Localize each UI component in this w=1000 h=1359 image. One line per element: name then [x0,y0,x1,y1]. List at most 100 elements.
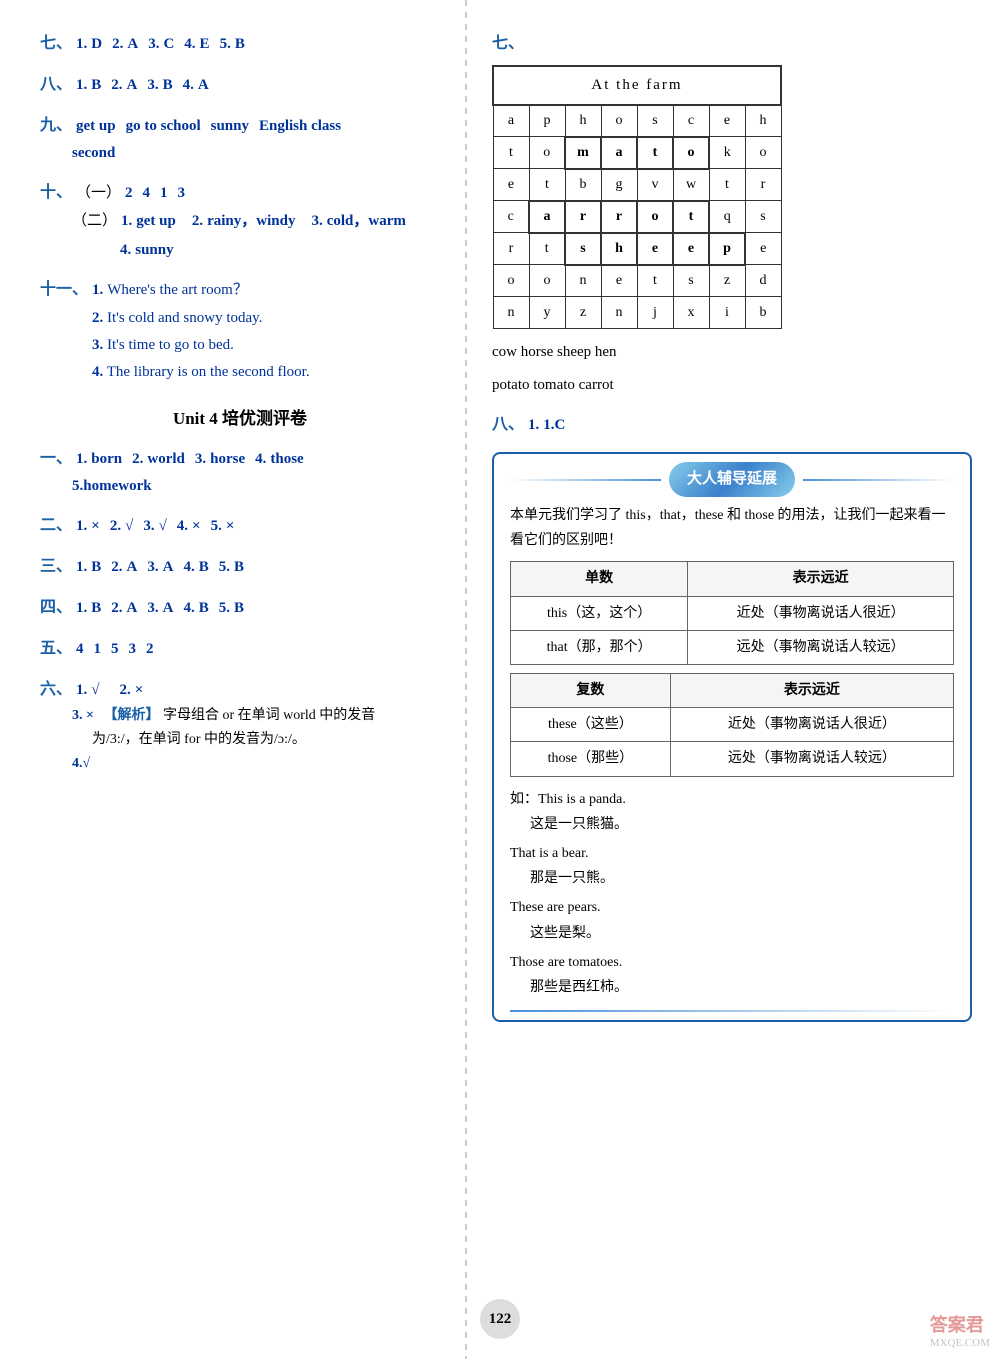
u-section-3: 三、 1.B 2.A 3.A 4.B 5.B [40,553,440,582]
guide-table-plural: 复数 表示远近 these（这些） 近处（事物离说话人很近） those（那些）… [510,673,954,777]
right-section-7: 七、 At the farm aphoscehtomatokoetbgvwtrc… [492,30,972,399]
u-section-2: 二、 1.× 2.√ 3.√ 4.× 5.× [40,512,440,541]
left-column: 七、 1.D 2.A 3.C 4.E 5.B 八、 1.B 2.A 3.B 4.… [0,0,460,1359]
example-2-zh: 那是一只熊。 [510,866,954,891]
farm-cell: n [565,265,601,297]
farm-table-title: At the farm [493,66,781,105]
farm-cell: n [601,297,637,329]
watermark: 答案君 MXQE.COM [930,1311,990,1349]
farm-cell: o [745,137,781,169]
farm-cell: y [529,297,565,329]
farm-cell: v [637,169,673,201]
table-row: that（那，那个） 远处（事物离说话人较远） [511,630,954,664]
farm-cell: h [745,105,781,137]
table-row: those（那些） 远处（事物离说话人较远） [511,742,954,776]
table-row: this（这，这个） 近处（事物离说话人很近） [511,596,954,630]
farm-cell: r [565,201,601,233]
farm-cell: b [565,169,601,201]
farm-cell: p [529,105,565,137]
u-section-4: 四、 1.B 2.A 3.A 4.B 5.B [40,594,440,623]
farm-cell: e [601,265,637,297]
farm-cell: n [493,297,529,329]
farm-cell: p [709,233,745,265]
farm-cell: c [673,105,709,137]
farm-cell: o [601,105,637,137]
page-number: 122 [480,1299,520,1339]
page: 七、 1.D 2.A 3.C 4.E 5.B 八、 1.B 2.A 3.B 4.… [0,0,1000,1359]
section-8-label: 八、 [40,71,72,100]
section-10-label: 十、 [40,179,72,208]
farm-table: At the farm aphoscehtomatokoetbgvwtrcarr… [492,65,782,330]
farm-cell: h [601,233,637,265]
farm-cell: g [601,169,637,201]
farm-cell: h [565,105,601,137]
right-section-8: 八、 1. 1.C [492,411,972,440]
guide-title: 大人辅导延展 [669,462,795,497]
farm-cell: o [529,265,565,297]
example-2-en: That is a bear. [510,841,954,866]
example-1-en: 如：This is a panda. [510,787,954,812]
farm-cell: q [709,201,745,233]
farm-cell: t [637,265,673,297]
farm-cell: z [565,297,601,329]
guide-table-singular: 单数 表示远近 this（这，这个） 近处（事物离说话人很近） that（那，那… [510,561,954,665]
example-3-zh: 这些是梨。 [510,921,954,946]
farm-cell: c [493,201,529,233]
farm-cell: o [673,137,709,169]
u-section-5: 五、 4 1 5 3 2 [40,635,440,664]
farm-cell: t [637,137,673,169]
farm-cell: t [529,233,565,265]
guide-box: 大人辅导延展 本单元我们学习了 this，that，these 和 those … [492,452,972,1022]
farm-cell: a [529,201,565,233]
guide-intro: 本单元我们学习了 this，that，these 和 those 的用法，让我们… [510,503,954,553]
farm-cell: a [493,105,529,137]
farm-cell: x [673,297,709,329]
section-7-label: 七、 [40,30,72,59]
u-section-6: 六、 1.√ 2.× 3. × 【解析】 字母组合 or 在单词 world 中… [40,676,440,776]
farm-cell: t [493,137,529,169]
section-9: 九、 get up go to school sunny English cla… [40,112,440,168]
farm-cell: k [709,137,745,169]
farm-cell: e [709,105,745,137]
section-9-label: 九、 [40,112,72,141]
example-4-en: Those are tomatoes. [510,950,954,975]
farm-cell: i [709,297,745,329]
farm-cell: o [493,265,529,297]
farm-cell: s [673,265,709,297]
farm-cell: r [601,201,637,233]
farm-cell: t [529,169,565,201]
farm-cell: d [745,265,781,297]
farm-cell: s [745,201,781,233]
section-10: 十、 （一） 2 4 1 3 （二） 1.get up 2.rainy，wind… [40,179,440,264]
right-section-7-label: 七、 [492,35,524,52]
example-3-en: These are pears. [510,895,954,920]
farm-cell: a [601,137,637,169]
farm-cell: t [709,169,745,201]
farm-words-row1: cow horse sheep hen [492,339,972,366]
section-7-num1: 1. [76,31,87,58]
right-column: 七、 At the farm aphoscehtomatokoetbgvwtrc… [472,0,992,1359]
section-11: 十一、 1. Where's the art room？ 2. It's col… [40,276,440,386]
farm-cell: e [637,233,673,265]
farm-cell: b [745,297,781,329]
farm-cell: s [637,105,673,137]
farm-cell: s [565,233,601,265]
farm-cell: o [529,137,565,169]
farm-cell: r [745,169,781,201]
u-section-1: 一、 1.born 2.world 3.horse 4.those 5.home… [40,445,440,501]
example-4-zh: 那些是西红柿。 [510,975,954,1000]
farm-cell: e [493,169,529,201]
farm-cell: z [709,265,745,297]
farm-cell: e [673,233,709,265]
example-1-zh: 这是一只熊猫。 [510,812,954,837]
farm-cell: t [673,201,709,233]
table-row: these（这些） 近处（事物离说话人很近） [511,708,954,742]
section-7: 七、 1.D 2.A 3.C 4.E 5.B [40,30,440,59]
section-8: 八、 1.B 2.A 3.B 4.A [40,71,440,100]
farm-cell: j [637,297,673,329]
farm-cell: o [637,201,673,233]
farm-cell: m [565,137,601,169]
farm-words-row2: potato tomato carrot [492,372,972,399]
farm-cell: e [745,233,781,265]
farm-cell: r [493,233,529,265]
